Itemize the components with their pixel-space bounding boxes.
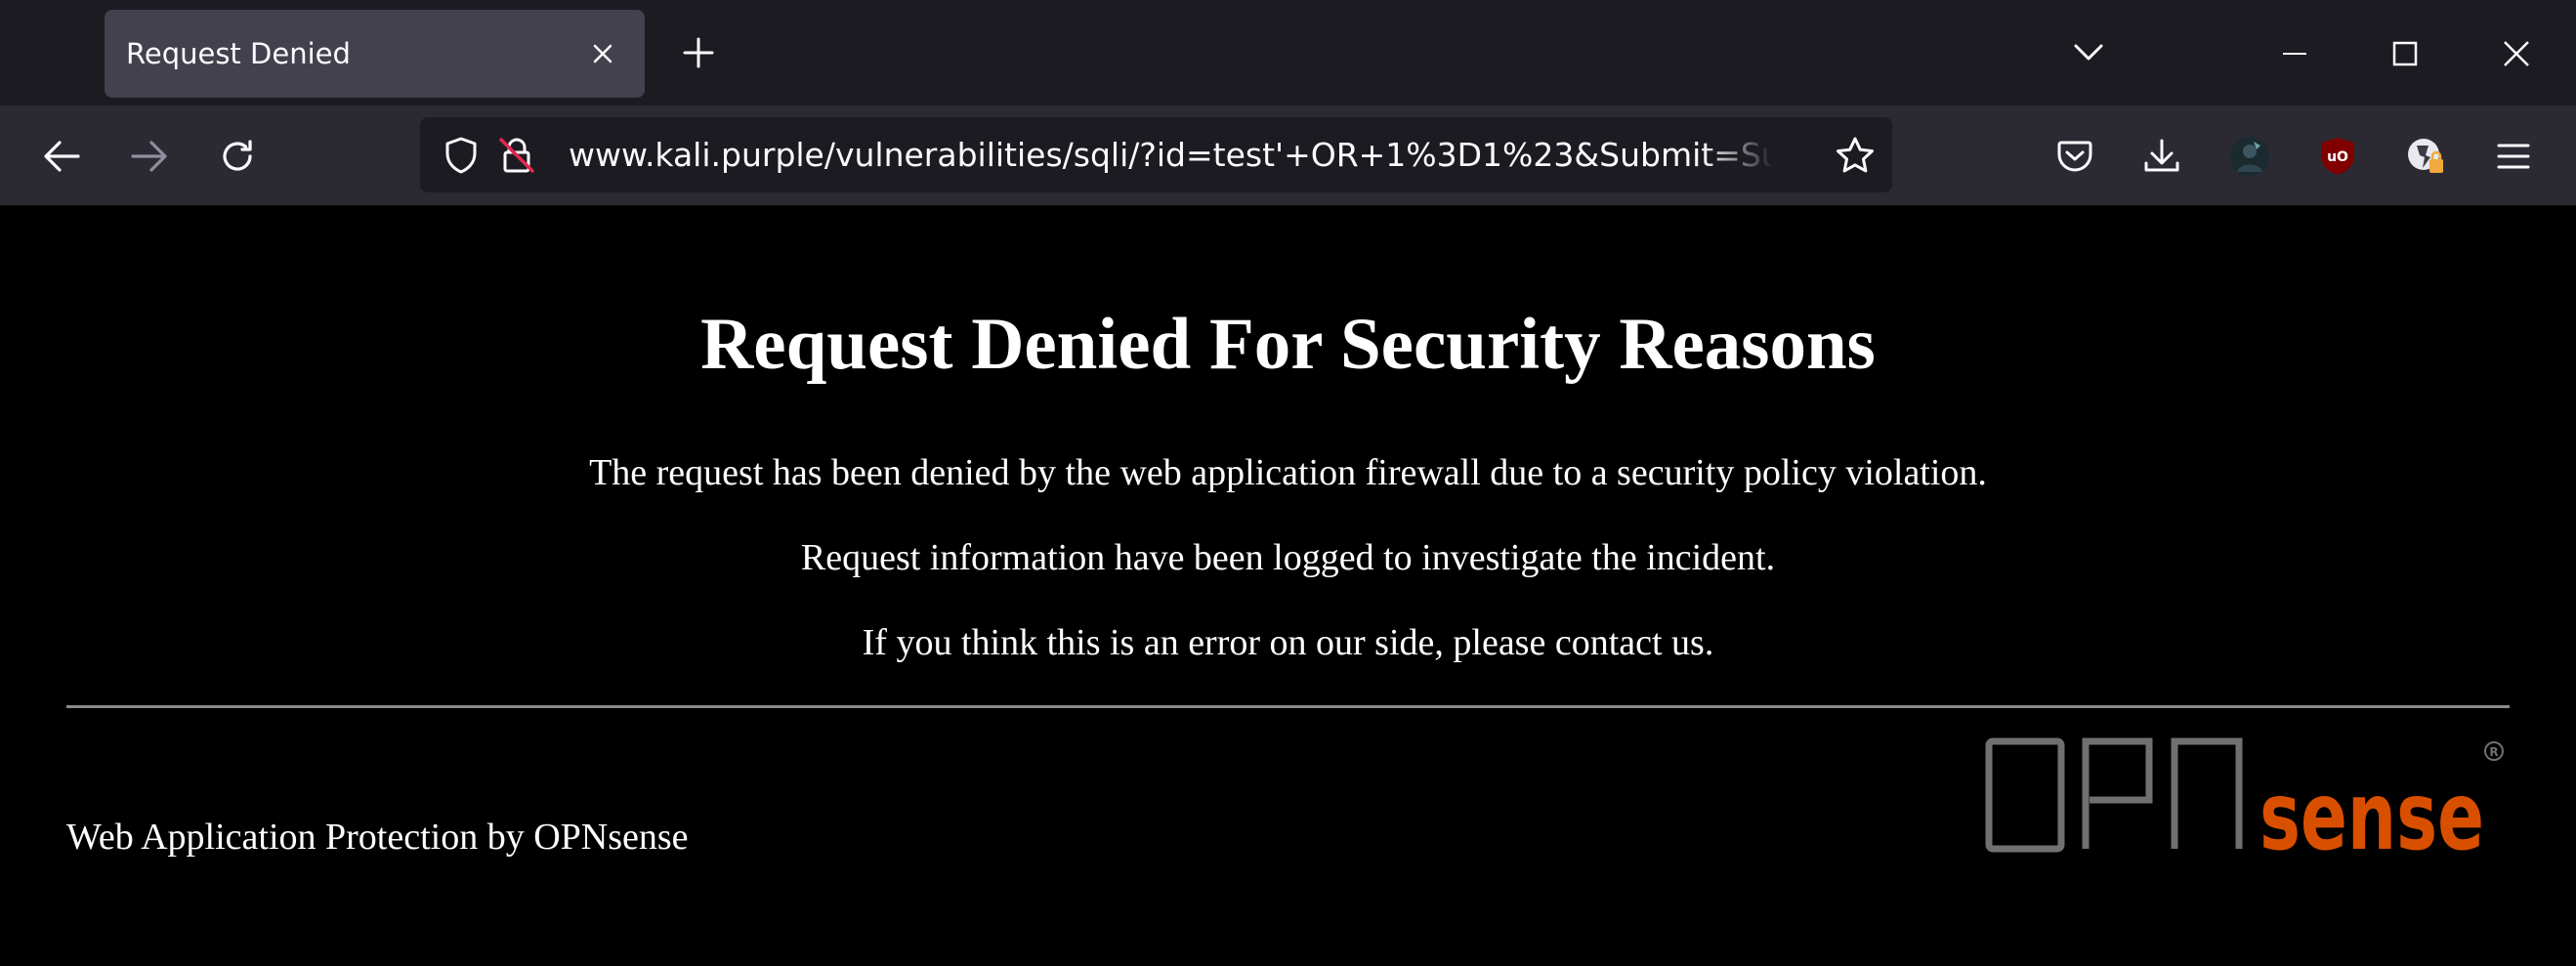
footer-text: Web Application Protection by OPNsense <box>66 817 689 858</box>
close-icon[interactable] <box>583 34 622 73</box>
pocket-icon[interactable] <box>2048 129 2102 184</box>
opnsense-logo: sense R <box>1985 737 2504 870</box>
forward-arrow-icon[interactable] <box>122 129 177 184</box>
navigation-toolbar: www.kali.purple/vulnerabilities/sqli/?id… <box>0 105 2576 206</box>
divider <box>66 705 2510 708</box>
download-icon[interactable] <box>2134 129 2189 184</box>
back-arrow-icon[interactable] <box>34 129 89 184</box>
reload-icon[interactable] <box>210 129 265 184</box>
svg-text:sense: sense <box>2259 762 2484 870</box>
minimize-icon[interactable] <box>2265 24 2324 83</box>
tab-title: Request Denied <box>126 37 351 70</box>
avatar[interactable] <box>2222 129 2277 184</box>
insecure-lock-icon[interactable] <box>495 134 538 177</box>
ublock-origin-icon[interactable]: uO <box>2310 129 2365 184</box>
maximize-icon[interactable] <box>2376 24 2434 83</box>
svg-text:uO: uO <box>2327 149 2348 165</box>
url-fade <box>1702 117 1774 192</box>
url-bar[interactable]: www.kali.purple/vulnerabilities/sqli/?id… <box>420 117 1892 192</box>
extension-icon[interactable] <box>2398 129 2453 184</box>
plus-icon[interactable] <box>675 33 722 72</box>
shield-icon[interactable] <box>440 134 483 177</box>
close-window-icon[interactable] <box>2487 24 2546 83</box>
star-icon[interactable] <box>1834 134 1877 177</box>
logging-message: Request information have been logged to … <box>800 537 1776 578</box>
denial-message: The request has been denied by the web a… <box>589 452 1987 493</box>
chevron-down-icon[interactable] <box>2067 33 2110 72</box>
contact-message: If you think this is an error on our sid… <box>862 622 1714 663</box>
tab-request-denied[interactable]: Request Denied <box>105 10 645 98</box>
svg-text:R: R <box>2489 745 2498 759</box>
page-title: Request Denied For Security Reasons <box>700 304 1876 385</box>
browser-window: Request Denied www.kali.purple/vulnerabi… <box>0 0 2576 966</box>
tab-strip: Request Denied <box>0 0 2576 105</box>
page-content: Request Denied For Security Reasons The … <box>0 206 2576 966</box>
url-input[interactable]: www.kali.purple/vulnerabilities/sqli/?id… <box>569 117 1770 192</box>
hamburger-menu-icon[interactable] <box>2486 129 2541 184</box>
